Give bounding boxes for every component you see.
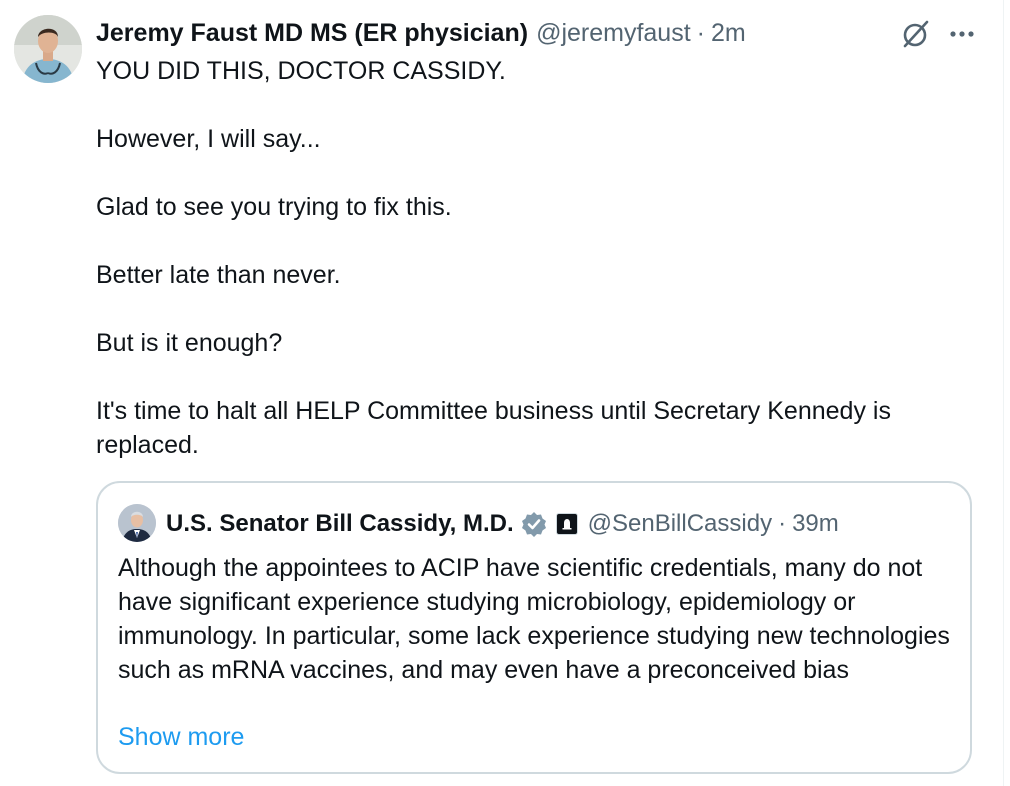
author-handle[interactable]: @jeremyfaust bbox=[536, 19, 691, 48]
quoted-author-handle[interactable]: @SenBillCassidy bbox=[588, 510, 772, 538]
tweet-header: Jeremy Faust MD MS (ER physician) @jerem… bbox=[96, 14, 746, 52]
quoted-avatar-photo bbox=[118, 504, 156, 542]
quoted-tweet-header: U.S. Senator Bill Cassidy, M.D. @SenBill… bbox=[166, 505, 839, 543]
verified-badge-icon bbox=[521, 512, 546, 537]
timeline-divider bbox=[1003, 0, 1004, 786]
grok-icon[interactable] bbox=[898, 17, 932, 51]
quoted-author-avatar[interactable] bbox=[118, 504, 156, 542]
tweet-paragraph: It's time to halt all HELP Committee bus… bbox=[96, 397, 891, 459]
quoted-tweet-timestamp[interactable]: 39m bbox=[792, 510, 839, 538]
author-avatar[interactable] bbox=[14, 15, 82, 83]
show-more-link[interactable]: Show more bbox=[118, 720, 244, 754]
more-options-icon[interactable] bbox=[942, 17, 982, 51]
tweet-paragraph: YOU DID THIS, DOCTOR CASSIDY. bbox=[96, 57, 506, 85]
quoted-author-display-name[interactable]: U.S. Senator Bill Cassidy, M.D. bbox=[166, 510, 514, 538]
government-building-icon[interactable] bbox=[555, 513, 578, 535]
tweet[interactable]: Jeremy Faust MD MS (ER physician) @jerem… bbox=[0, 0, 1003, 786]
avatar-photo bbox=[14, 15, 82, 83]
tweet-paragraph: Better late than never. bbox=[96, 261, 341, 289]
quoted-tweet-text: Although the appointees to ACIP have sci… bbox=[118, 554, 950, 684]
tweet-timestamp[interactable]: 2m bbox=[711, 19, 746, 48]
quoted-tweet-card[interactable]: U.S. Senator Bill Cassidy, M.D. @SenBill… bbox=[96, 481, 972, 774]
quoted-header-separator: · bbox=[778, 510, 787, 537]
header-separator: · bbox=[696, 18, 705, 47]
author-display-name[interactable]: Jeremy Faust MD MS (ER physician) bbox=[96, 19, 528, 48]
tweet-paragraph: But is it enough? bbox=[96, 329, 283, 357]
tweet-paragraph: However, I will say... bbox=[96, 125, 321, 153]
tweet-text: YOU DID THIS, DOCTOR CASSIDY. However, I… bbox=[96, 54, 976, 462]
tweet-paragraph: Glad to see you trying to fix this. bbox=[96, 193, 452, 221]
